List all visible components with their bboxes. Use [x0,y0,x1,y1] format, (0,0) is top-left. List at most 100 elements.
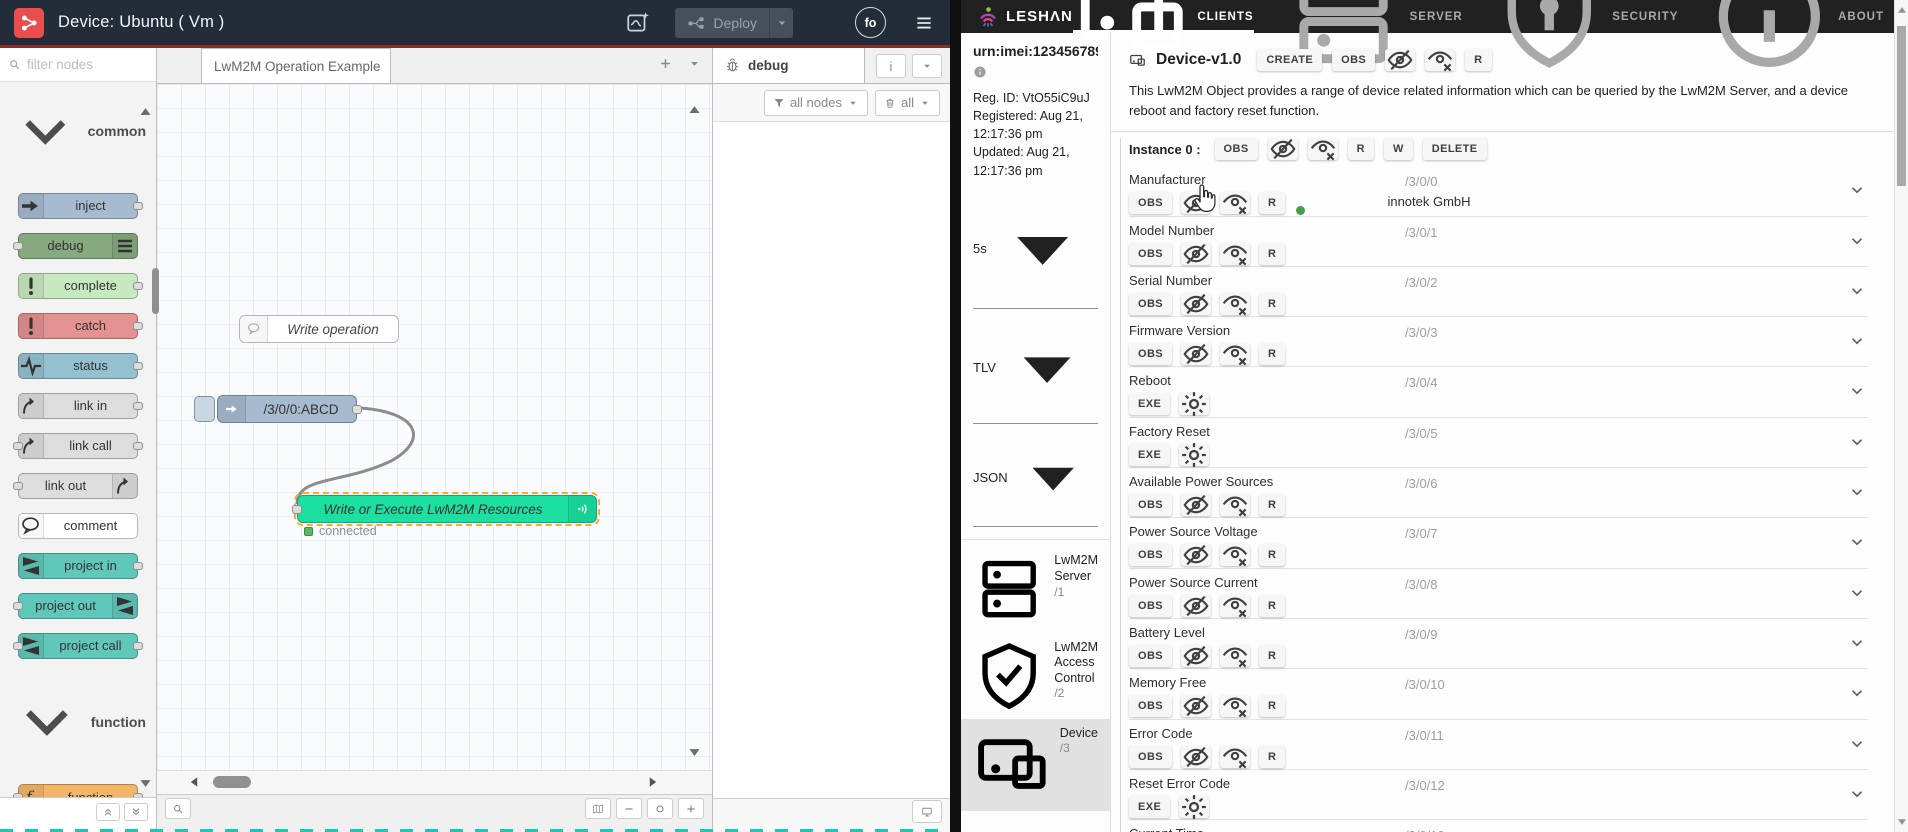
obs-x-button[interactable] [1425,49,1456,72]
inject-node[interactable]: /3/0/0:ABCD [217,395,362,423]
button-r[interactable]: R [1259,745,1286,768]
button-r[interactable]: R [1465,49,1492,71]
obs-x-button[interactable] [1220,695,1251,718]
button-create[interactable]: CREATE [1257,49,1323,71]
leshan-brand[interactable]: LESHΛN [975,0,1073,33]
scroll-down-icon[interactable] [1896,816,1908,828]
button-obs[interactable]: OBS [1129,745,1173,768]
expand-resource-button[interactable] [1848,533,1866,551]
expand-resource-button[interactable] [1848,584,1866,602]
canvas-scroll-down-icon[interactable] [687,745,702,760]
button-r[interactable]: R [1259,644,1286,667]
expand-resource-button[interactable] [1848,483,1866,501]
button-r[interactable]: R [1259,695,1286,718]
eye-off-button[interactable] [1181,745,1212,768]
button-exe[interactable]: EXE [1129,393,1171,416]
palette-node-debug[interactable]: debug [13,232,138,259]
palette-node-link-out[interactable]: link out [13,472,138,499]
open-debug-window-button[interactable] [912,800,942,823]
gear-button[interactable] [1179,442,1210,467]
button-obs[interactable]: OBS [1214,138,1258,161]
eye-off-button[interactable] [1181,594,1212,617]
obs-x-button[interactable] [1220,292,1251,316]
zoom-out-button[interactable] [616,798,642,819]
canvas-search-button[interactable] [165,798,191,819]
debug-clear-button[interactable]: all [874,89,940,116]
expand-resource-button[interactable] [1848,634,1866,652]
horizontal-scroll-thumb[interactable] [213,776,251,788]
page-scrollbar[interactable] [1894,0,1908,832]
eye-off-button[interactable] [1181,494,1212,517]
button-obs[interactable]: OBS [1129,644,1173,667]
palette-node-project-out[interactable]: project out [13,592,138,619]
palette-node-status[interactable]: status [18,352,143,379]
button-r[interactable]: R [1259,544,1286,567]
tab-debug[interactable]: debug [713,48,865,83]
canvas-scroll-up-icon[interactable] [687,102,702,117]
eye-off-button[interactable] [1181,544,1212,567]
deploy-options-button[interactable] [769,7,793,38]
palette-node-inject[interactable]: inject [18,192,143,219]
button-exe[interactable]: EXE [1129,443,1171,466]
info-icon[interactable] [973,65,987,79]
expand-resource-button[interactable] [1848,232,1866,250]
obs-x-button[interactable] [1220,644,1251,668]
obs-x-button[interactable] [1220,242,1251,265]
palette-node-link-in[interactable]: link in [18,392,143,419]
gear-button[interactable] [1179,392,1210,417]
eye-off-button[interactable] [1181,292,1212,315]
button-obs[interactable]: OBS [1129,242,1173,265]
button-r[interactable]: R [1347,138,1374,161]
canvas-horizontal-scrollbar[interactable] [157,770,712,794]
sidebar-info-button[interactable]: i [876,54,906,78]
palette-node-catch[interactable]: catch [18,312,143,339]
nav-item-about[interactable]: ABOUT [1708,0,1884,68]
button-obs[interactable]: OBS [1129,695,1173,718]
palette-scrollbar-thumb[interactable] [152,268,159,314]
palette-node-link-call[interactable]: link call [13,432,143,459]
obs-x-button[interactable] [1220,594,1251,618]
palette-filter-input[interactable] [27,57,137,72]
lwm2m-node[interactable]: Write or Execute LwM2M Resources [292,492,600,526]
expand-resource-button[interactable] [1848,735,1866,753]
comment-node[interactable]: Write operation [239,315,399,343]
inject-trigger-button[interactable] [194,396,215,422]
button-obs[interactable]: OBS [1332,49,1376,71]
palette-scroll-down-icon[interactable] [138,776,153,791]
output-port[interactable] [352,405,362,414]
object-item-lwm2m-server[interactable]: LwM2M Server/1 [961,546,1110,632]
gear-button[interactable] [1179,794,1210,819]
user-avatar[interactable]: fo [855,7,886,38]
nav-item-clients[interactable]: CLIENTS [1073,0,1254,53]
button-obs[interactable]: OBS [1129,292,1173,315]
input-port[interactable] [292,505,302,514]
eye-off-button[interactable] [1267,138,1298,161]
button-obs[interactable]: OBS [1129,494,1173,517]
multi-value-format-select[interactable]: JSON [973,429,1098,528]
button-r[interactable]: R [1259,242,1286,265]
deploy-button[interactable]: Deploy [675,7,793,38]
button-r[interactable]: R [1259,192,1286,215]
button-delete[interactable]: DELETE [1422,138,1487,161]
export-flow-icon[interactable] [623,8,653,38]
button-r[interactable]: R [1259,292,1286,315]
button-exe[interactable]: EXE [1129,795,1171,818]
expand-resource-button[interactable] [1848,785,1866,803]
button-r[interactable]: R [1259,494,1286,517]
sidebar-menu-button[interactable] [912,54,942,78]
object-item-device[interactable]: Device/3 [961,718,1110,811]
palette-category-common[interactable]: common [0,88,156,175]
palette-scroll-up-icon[interactable] [138,104,153,119]
expand-resource-button[interactable] [1848,684,1866,702]
button-obs[interactable]: OBS [1129,594,1173,617]
scroll-right-icon[interactable] [646,775,660,789]
button-obs[interactable]: OBS [1129,343,1173,366]
single-value-format-select[interactable]: TLV [973,314,1098,424]
expand-resource-button[interactable] [1848,282,1866,300]
flow-tab[interactable]: LwM2M Operation Example [201,48,391,83]
scroll-left-icon[interactable] [187,775,201,789]
expand-all-button[interactable] [124,803,148,821]
flow-list-icon[interactable] [687,56,702,71]
palette-node-comment[interactable]: comment [18,512,138,539]
palette-category-function[interactable]: function [0,677,156,767]
